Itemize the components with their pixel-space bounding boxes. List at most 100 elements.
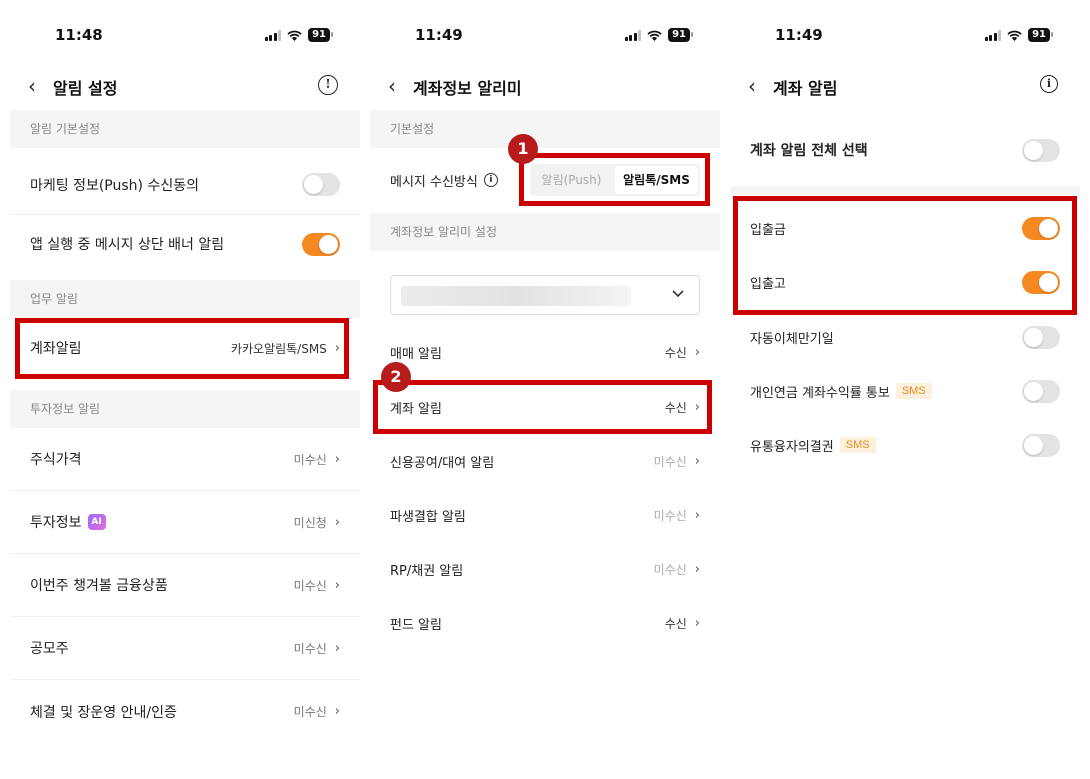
chevron-down-icon (672, 290, 684, 298)
item-label: 이번주 챙겨볼 금융상품 (30, 578, 168, 594)
battery-icon: 91 (668, 28, 693, 42)
banner-alert-toggle[interactable] (302, 232, 340, 256)
nav-bar: ‹ 계좌 알림 i (730, 66, 1080, 106)
item-value: 미수신 (293, 641, 327, 656)
section-header-basic: 알림 기본설정 (10, 110, 360, 148)
marketing-consent-row: 마케팅 정보(Push) 수신동의 (10, 155, 360, 215)
status-bar: 11:49 91 (370, 26, 720, 48)
list-item[interactable]: 매매 알림 수신 › (370, 325, 720, 379)
divider (730, 186, 1080, 195)
item-label: RP/채권 알림 (390, 563, 464, 579)
chevron-right-icon: › (694, 615, 700, 631)
item-label: 주식가격 (30, 452, 82, 468)
status-time: 11:49 (415, 26, 463, 44)
info-icon[interactable]: ! (318, 75, 338, 95)
item-label: 개인연금 계좌수익률 통보 (750, 385, 890, 401)
receive-method-label: 메시지 수신방식 (390, 174, 478, 190)
chevron-right-icon: › (334, 704, 340, 719)
list-item[interactable]: 신용공여/대여 알림 미수신 › (370, 434, 720, 488)
highlight-box (15, 318, 349, 379)
info-icon[interactable]: i (1040, 75, 1058, 93)
item-label: 체결 및 장운영 안내/인증 (30, 704, 177, 721)
select-all-row: 계좌 알림 전체 선택 (730, 125, 1080, 175)
battery-icon: 91 (308, 28, 333, 42)
list-item[interactable]: 펀드 알림 수신 › (370, 596, 720, 650)
auto-transfer-toggle[interactable] (1022, 325, 1060, 349)
banner-alert-label: 앱 실행 중 메시지 상단 배너 알림 (30, 237, 225, 253)
back-arrow-icon[interactable]: ‹ (28, 74, 36, 98)
back-arrow-icon[interactable]: ‹ (748, 74, 756, 98)
item-value: 미수신 (653, 454, 687, 469)
section-header-basic: 기본설정 (370, 110, 720, 148)
select-all-label: 계좌 알림 전체 선택 (750, 143, 868, 159)
item-value: 미신청 (293, 515, 327, 530)
chevron-right-icon: › (694, 453, 700, 469)
section-header-settings: 계좌정보 알리미 설정 (370, 213, 720, 251)
list-item[interactable]: 투자정보 AI 미신청 › (10, 491, 360, 554)
list-item[interactable]: 주식가격 미수신 › (10, 428, 360, 491)
blurred-account-number (401, 286, 631, 306)
nav-bar: ‹ 계좌정보 알리미 (370, 66, 720, 106)
item-value: 미수신 (653, 562, 687, 577)
chevron-right-icon: › (694, 344, 700, 360)
item-value: 미수신 (293, 578, 327, 593)
list-item[interactable]: RP/채권 알림 미수신 › (370, 542, 720, 596)
list-item: 개인연금 계좌수익률 통보 SMS (730, 364, 1080, 418)
account-select-dropdown[interactable] (390, 275, 700, 315)
page-title: 계좌 알림 (773, 79, 838, 98)
highlight-box (373, 380, 712, 434)
item-value: 수신 (664, 345, 687, 360)
status-time: 11:49 (775, 26, 823, 44)
chevron-right-icon: › (694, 561, 700, 577)
item-label: 투자정보 (30, 515, 82, 531)
wifi-icon (1007, 30, 1022, 41)
banner-alert-row: 앱 실행 중 메시지 상단 배너 알림 (10, 215, 360, 273)
page-title: 계좌정보 알리미 (413, 79, 522, 98)
info-icon[interactable]: i (483, 173, 498, 187)
sms-badge: SMS (895, 383, 932, 399)
sms-badge: SMS (839, 437, 876, 453)
item-label: 신용공여/대여 알림 (390, 455, 495, 471)
section-header-invest: 투자정보 알림 (10, 390, 360, 428)
item-label: 펀드 알림 (390, 617, 442, 633)
item-value: 미수신 (293, 705, 327, 719)
marketing-consent-label: 마케팅 정보(Push) 수신동의 (30, 177, 199, 194)
chevron-right-icon: › (334, 514, 340, 530)
item-label: 매매 알림 (390, 346, 442, 362)
select-all-toggle[interactable] (1022, 138, 1060, 162)
item-value: 수신 (664, 616, 687, 631)
chevron-right-icon: › (334, 640, 340, 656)
screen-notification-settings: 11:48 91 ‹ 알림 설정 ! 알림 기본설정 마케팅 정보(Push) … (10, 0, 360, 779)
highlight-box (733, 196, 1077, 315)
status-bar: 11:49 91 (730, 26, 1080, 48)
pension-return-toggle[interactable] (1022, 379, 1060, 403)
step-marker-1: 1 (508, 134, 538, 164)
item-label: 파생결합 알림 (390, 509, 466, 525)
voting-rights-toggle[interactable] (1022, 433, 1060, 457)
list-item[interactable]: 파생결합 알림 미수신 › (370, 488, 720, 542)
ai-badge: AI (87, 514, 106, 530)
battery-icon: 91 (1028, 28, 1053, 42)
status-time: 11:48 (55, 26, 103, 44)
section-header-work: 업무 알림 (10, 280, 360, 318)
highlight-box (519, 153, 710, 206)
cellular-signal-icon (624, 29, 642, 41)
chevron-right-icon: › (334, 451, 340, 467)
back-arrow-icon[interactable]: ‹ (388, 74, 396, 98)
list-item[interactable]: 이번주 챙겨볼 금융상품 미수신 › (10, 554, 360, 617)
wifi-icon (647, 30, 662, 41)
list-item[interactable]: 체결 및 장운영 안내/인증 미수신 › (10, 680, 360, 743)
list-item: 자동이체만기일 (730, 310, 1080, 364)
chevron-right-icon: › (334, 577, 340, 593)
item-value: 미수신 (653, 508, 687, 523)
page-title: 알림 설정 (53, 79, 118, 98)
status-bar: 11:48 91 (10, 26, 360, 48)
marketing-consent-toggle[interactable] (302, 173, 340, 196)
cellular-signal-icon (264, 29, 282, 41)
chevron-right-icon: › (694, 507, 700, 523)
screen-account-info-notifier: 11:49 91 ‹ 계좌정보 알리미 기본설정 메시지 수신방식 i 알림(Pu… (370, 0, 720, 779)
wifi-icon (287, 30, 302, 41)
item-value: 미수신 (293, 452, 327, 467)
list-item[interactable]: 공모주 미수신 › (10, 617, 360, 680)
list-item: 유통융자의결권 SMS (730, 418, 1080, 472)
